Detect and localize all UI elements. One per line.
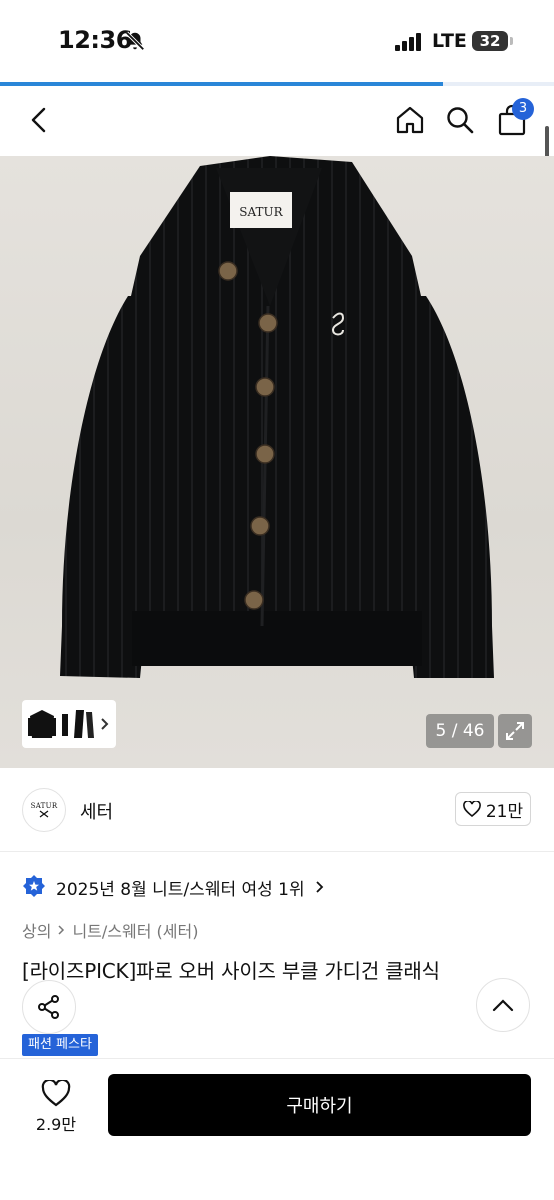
brand-like-button[interactable]: 21만 xyxy=(455,792,531,826)
product-image[interactable]: SATUR xyxy=(0,156,554,768)
bell-muted-icon xyxy=(125,31,145,51)
cart-count-badge: 3 xyxy=(512,98,534,120)
cardigan-hem xyxy=(132,611,422,666)
chevron-right-icon xyxy=(316,881,323,893)
breadcrumb-level2[interactable]: 니트/스웨터 (세터) xyxy=(72,918,198,942)
expand-image-button[interactable] xyxy=(498,714,532,748)
brand-logo[interactable]: SATUR xyxy=(22,788,66,832)
cardigan-photo: SATUR xyxy=(60,156,494,678)
ranking-text: 2025년 8월 니트/스웨터 여성 1위 xyxy=(56,879,305,900)
battery-indicator: 32 xyxy=(472,31,508,51)
brand-row: SATUR 세터 21만 xyxy=(0,768,554,852)
status-bar: 12:36 LTE 32 xyxy=(0,0,554,82)
brand-logo-text: SATUR xyxy=(30,802,58,810)
ranking-badge-icon xyxy=(23,875,45,897)
heart-icon xyxy=(462,801,481,817)
app-nav-bar: 3 xyxy=(0,86,554,156)
wishlist-button[interactable]: 2.9만 xyxy=(22,1075,90,1139)
brand-name[interactable]: 세터 xyxy=(80,798,113,824)
wishlist-count: 2.9만 xyxy=(35,1114,77,1134)
breadcrumb: 상의 니트/스웨터 (세터) xyxy=(22,918,198,942)
chevron-right-icon xyxy=(58,925,65,935)
chevron-up-icon xyxy=(492,999,514,1012)
cardigan-button-6 xyxy=(244,590,264,610)
search-button[interactable] xyxy=(440,100,480,140)
cardigan-button-1 xyxy=(218,261,238,281)
scroll-to-top-button[interactable] xyxy=(476,978,530,1032)
cardigan-button-2 xyxy=(258,313,278,333)
image-counter: 5 / 46 xyxy=(426,714,494,748)
network-label: LTE xyxy=(432,30,467,52)
heart-icon xyxy=(41,1079,71,1106)
cart-button[interactable]: 3 xyxy=(492,98,534,140)
back-button[interactable] xyxy=(20,100,60,140)
chevron-left-icon xyxy=(31,107,46,133)
breadcrumb-level1[interactable]: 상의 xyxy=(22,918,51,942)
expand-icon xyxy=(506,722,524,740)
cardigan-button-3 xyxy=(255,377,275,397)
event-tag: 패션 페스타 xyxy=(22,1034,98,1056)
cellular-signal-icon xyxy=(395,33,421,51)
cardigan-button-5 xyxy=(250,516,270,536)
ranking-link[interactable]: 2025년 8월 니트/스웨터 여성 1위 xyxy=(22,872,325,902)
share-icon xyxy=(38,995,59,1019)
battery-cap xyxy=(510,37,513,45)
thumbnail-images xyxy=(28,710,109,738)
home-icon xyxy=(396,106,424,134)
cardigan-button-4 xyxy=(255,444,275,464)
buy-button[interactable]: 구매하기 xyxy=(108,1074,531,1136)
share-button[interactable] xyxy=(22,980,76,1034)
home-button[interactable] xyxy=(390,100,430,140)
status-time: 12:36 xyxy=(58,26,132,54)
brand-like-count: 21만 xyxy=(485,801,524,822)
search-icon xyxy=(447,107,474,134)
bottom-action-bar: 2.9만 구매하기 xyxy=(0,1058,554,1200)
brand-mark-icon xyxy=(39,810,49,818)
thumbnail-strip[interactable] xyxy=(22,700,116,748)
product-title: [라이즈PICK]파로 오버 사이즈 부클 가디건 클래식 xyxy=(22,959,440,983)
garment-label-text: SATUR xyxy=(239,205,283,219)
